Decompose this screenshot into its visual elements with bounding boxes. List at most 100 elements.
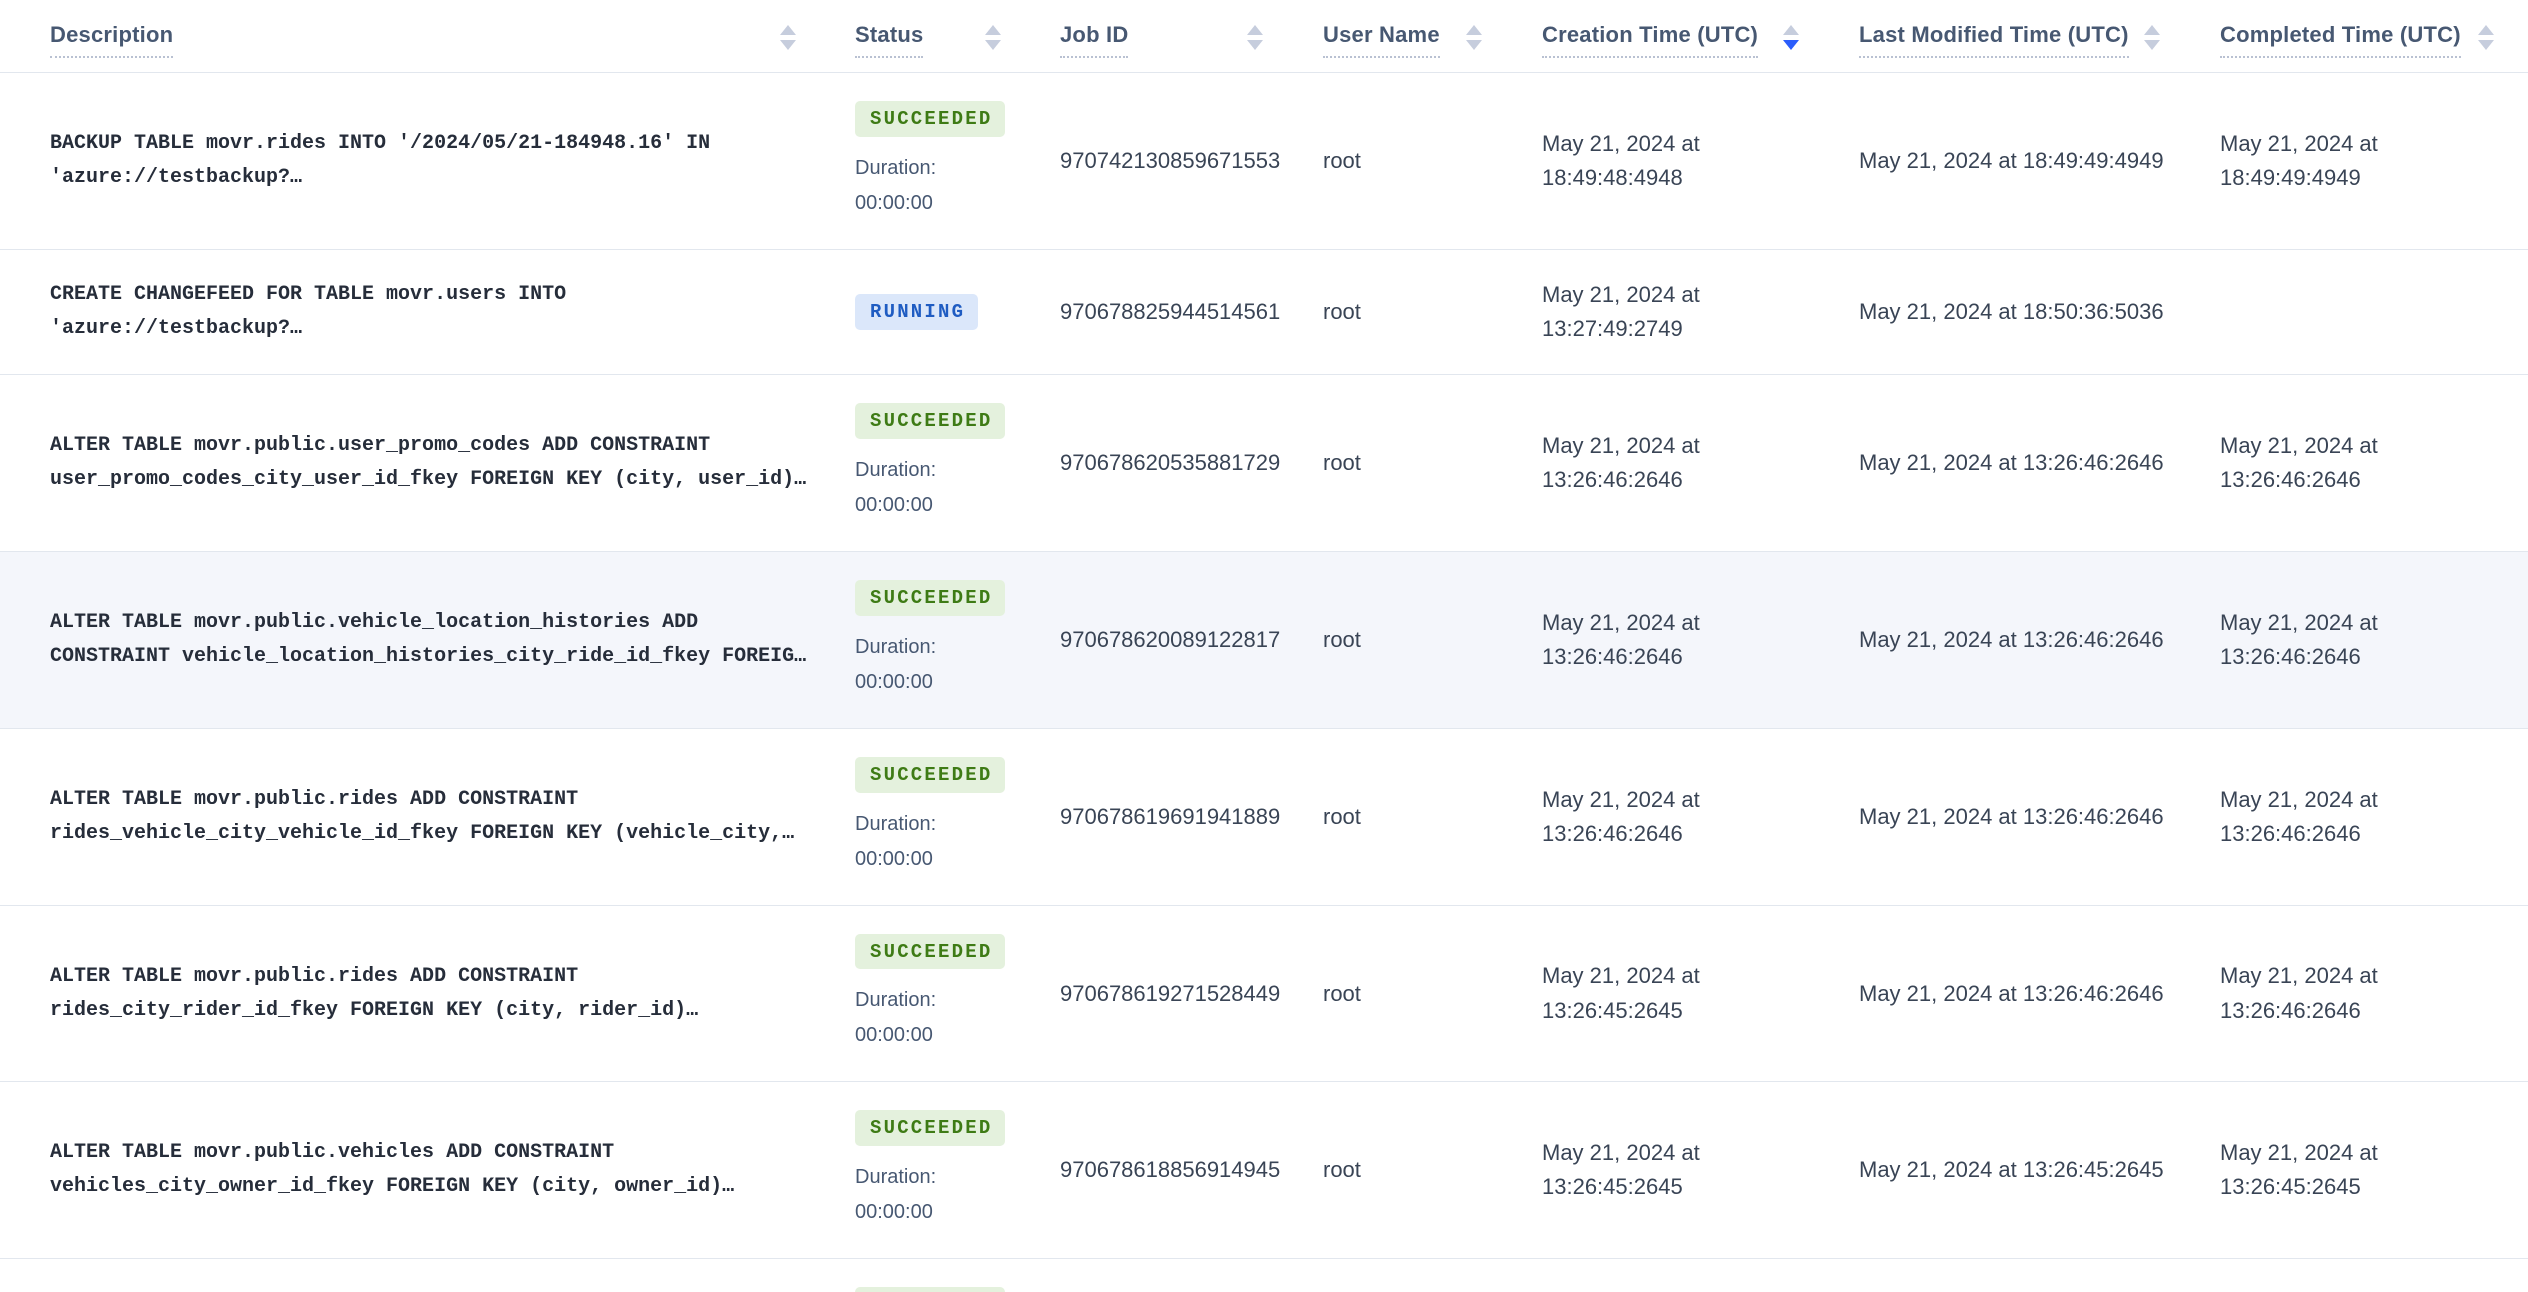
job-status-cell: SUCCEEDED Duration: 00:00:00 <box>830 375 1035 552</box>
column-header-completed-time[interactable]: Completed Time (UTC) <box>2194 0 2528 74</box>
job-completed-time: May 21, 2024 at 13:26:46:2646 <box>2220 609 2378 669</box>
job-completed-time: May 21, 2024 at 13:26:46:2646 <box>2220 786 2378 846</box>
job-user-name: root <box>1297 1259 1516 1292</box>
job-description-cell[interactable]: CREATE CHANGEFEED FOR TABLE movr.users I… <box>0 250 830 375</box>
duration-value: 00:00:00 <box>855 1024 933 1047</box>
job-user-name: root <box>1323 148 1361 174</box>
column-header-description[interactable]: Description <box>0 0 830 74</box>
column-header-job-id[interactable]: Job ID <box>1035 0 1297 74</box>
job-description[interactable]: ALTER TABLE movr.public.vehicles ADD CON… <box>50 1141 734 1198</box>
job-status-cell: SUCCEEDED Duration: 00:00:00 <box>830 905 1035 1082</box>
job-row[interactable]: BACKUP TABLE movr.rides INTO '/2024/05/2… <box>0 72 2528 250</box>
job-description-cell[interactable]: ALTER TABLE movr.public.vehicle_location… <box>0 552 830 729</box>
job-description-cell[interactable]: ALTER TABLE movr.public.vehicles ADD CON… <box>0 1082 830 1259</box>
job-id: 970678825944514561 <box>1060 299 1281 325</box>
jobs-table-body: BACKUP TABLE movr.rides INTO '/2024/05/2… <box>0 72 2528 1292</box>
sort-arrows-icon[interactable] <box>2478 25 2494 50</box>
sort-arrows-icon[interactable] <box>985 25 1001 50</box>
job-status-cell: SUCCEEDED Duration: 00:00:00 <box>830 73 1035 250</box>
job-creation-time: May 21, 2024 at 13:26:45:2645 <box>1542 963 1700 1023</box>
job-row[interactable]: ALTER TABLE movr.public.vehicle_location… <box>0 551 2528 729</box>
job-duration: Duration: 00:00:00 <box>855 1160 1027 1230</box>
column-label: Job ID <box>1060 22 1129 59</box>
job-duration: Duration: 00:00:00 <box>855 630 1027 700</box>
sort-arrows-icon[interactable] <box>1247 25 1263 50</box>
job-creation-time: May 21, 2024 at 13:26:46:2646 <box>1542 609 1700 669</box>
job-description[interactable]: ALTER TABLE movr.public.vehicle_location… <box>50 611 806 668</box>
job-description[interactable]: ALTER TABLE movr.public.rides ADD CONSTR… <box>50 788 794 845</box>
column-label: Last Modified Time (UTC) <box>1859 22 2129 59</box>
column-header-creation-time[interactable]: Creation Time (UTC) <box>1516 0 1833 74</box>
duration-label: Duration: <box>855 459 937 482</box>
job-duration: Duration: 00:00:00 <box>855 151 1027 221</box>
duration-value: 00:00:00 <box>855 670 933 693</box>
duration-label: Duration: <box>855 1166 937 1189</box>
job-user-name: root <box>1323 299 1361 325</box>
sort-arrows-icon[interactable] <box>2144 25 2160 50</box>
job-description-cell[interactable]: ALTER TABLE movr.public.rides ADD CONSTR… <box>0 728 830 905</box>
status-badge: SUCCEEDED <box>855 580 1006 616</box>
job-last-modified-time: May 21, 2024 at 18:49:49:4949 <box>1859 148 2164 174</box>
job-user-name: root <box>1323 450 1361 476</box>
job-description[interactable]: ALTER TABLE movr.public.rides ADD CONSTR… <box>50 965 698 1022</box>
job-last-modified-time: May 21, 2024 at 13:26:46:2646 <box>1859 450 2164 476</box>
duration-label: Duration: <box>855 812 937 835</box>
sort-arrows-icon[interactable] <box>1466 25 1482 50</box>
job-description-cell[interactable]: ALTER TABLE movr.public.user_promo_codes… <box>0 375 830 552</box>
job-id: 970678619691941889 <box>1060 803 1281 829</box>
status-badge: SUCCEEDED <box>855 1110 1006 1147</box>
job-completed-time: May 21, 2024 at 13:26:44:2644 <box>2194 1259 2528 1292</box>
job-completed-time: May 21, 2024 at 13:26:46:2646 <box>2220 963 2378 1023</box>
job-duration: Duration: 00:00:00 <box>855 453 1027 523</box>
column-label: Status <box>855 22 924 59</box>
status-badge: RUNNING <box>855 294 979 331</box>
job-row[interactable]: ALTER TABLE movr.public.rides ADD CONSTR… <box>0 728 2528 906</box>
job-description[interactable]: BACKUP TABLE movr.rides INTO '/2024/05/2… <box>50 132 710 189</box>
job-description-cell[interactable]: BACKUP TABLE movr.rides INTO '/2024/05/2… <box>0 73 830 250</box>
job-last-modified-time: May 21, 2024 at 13:26:45:2645 <box>1859 1157 2164 1183</box>
job-status-cell: RUNNING <box>830 250 1035 375</box>
job-completed-time: May 21, 2024 at 18:49:49:4949 <box>2220 131 2378 191</box>
job-description-cell[interactable]: ALTER TABLE movr.public.rides ADD CONSTR… <box>0 905 830 1082</box>
job-description[interactable]: ALTER TABLE movr.public.user_promo_codes… <box>50 434 806 491</box>
duration-label: Duration: <box>855 157 937 180</box>
duration-label: Duration: <box>855 989 937 1012</box>
job-row[interactable]: CREATE CHANGEFEED FOR TABLE movr.users I… <box>0 249 2528 375</box>
job-duration: Duration: 00:00:00 <box>855 807 1027 877</box>
column-header-last-modified-time[interactable]: Last Modified Time (UTC) <box>1833 0 2194 74</box>
job-completed-time: May 21, 2024 at 13:26:45:2645 <box>2220 1140 2378 1200</box>
status-badge: SUCCEEDED <box>855 101 1006 138</box>
job-row[interactable]: IMPORT INTO movr.public.rides CSV DATA (… <box>0 1258 2528 1292</box>
column-label: Creation Time (UTC) <box>1542 22 1759 59</box>
sort-arrows-icon[interactable] <box>1783 25 1799 50</box>
job-row[interactable]: ALTER TABLE movr.public.user_promo_codes… <box>0 374 2528 552</box>
column-label: Completed Time (UTC) <box>2220 22 2461 59</box>
status-badge: SUCCEEDED <box>855 1287 1006 1292</box>
jobs-table-header: Description Status Job ID User Name Crea… <box>0 0 2528 74</box>
job-user-name: root <box>1323 1157 1361 1183</box>
job-description-cell[interactable]: IMPORT INTO movr.public.rides CSV DATA (… <box>0 1259 830 1292</box>
job-creation-time: May 21, 2024 at 13:27:49:2749 <box>1542 282 1700 342</box>
job-id: 970678620089122817 <box>1060 626 1281 652</box>
job-duration: Duration: 00:00:00 <box>855 983 1027 1053</box>
job-creation-time: May 21, 2024 at 13:26:45:2645 <box>1542 1140 1700 1200</box>
column-header-user-name[interactable]: User Name <box>1297 0 1516 74</box>
job-last-modified-time: May 21, 2024 at 13:26:46:2646 <box>1859 626 2164 652</box>
job-row[interactable]: ALTER TABLE movr.public.vehicles ADD CON… <box>0 1081 2528 1259</box>
job-description[interactable]: CREATE CHANGEFEED FOR TABLE movr.users I… <box>50 283 566 340</box>
status-badge: SUCCEEDED <box>855 933 1006 970</box>
job-row[interactable]: ALTER TABLE movr.public.rides ADD CONSTR… <box>0 905 2528 1082</box>
sort-arrows-icon[interactable] <box>780 25 796 50</box>
column-header-status[interactable]: Status <box>830 0 1035 74</box>
job-id: 970678619271528449 <box>1060 980 1281 1006</box>
job-user-name: root <box>1323 980 1361 1006</box>
job-id: 970742130859671553 <box>1060 148 1281 174</box>
job-completed-time: May 21, 2024 at 13:26:46:2646 <box>2220 433 2378 493</box>
job-id: 970678612838252545 <box>1035 1259 1297 1292</box>
job-creation-time: May 21, 2024 at 13:26:46:2646 <box>1542 786 1700 846</box>
job-last-modified-time: May 21, 2024 at 18:50:36:5036 <box>1859 299 2164 325</box>
jobs-table: Description Status Job ID User Name Crea… <box>0 0 2528 1292</box>
job-last-modified-time: May 21, 2024 at 13:26:46:2646 <box>1859 980 2164 1006</box>
job-last-modified-time: May 21, 2024 at 13:26:44:2644 <box>1833 1259 2194 1292</box>
duration-value: 00:00:00 <box>855 1201 933 1224</box>
